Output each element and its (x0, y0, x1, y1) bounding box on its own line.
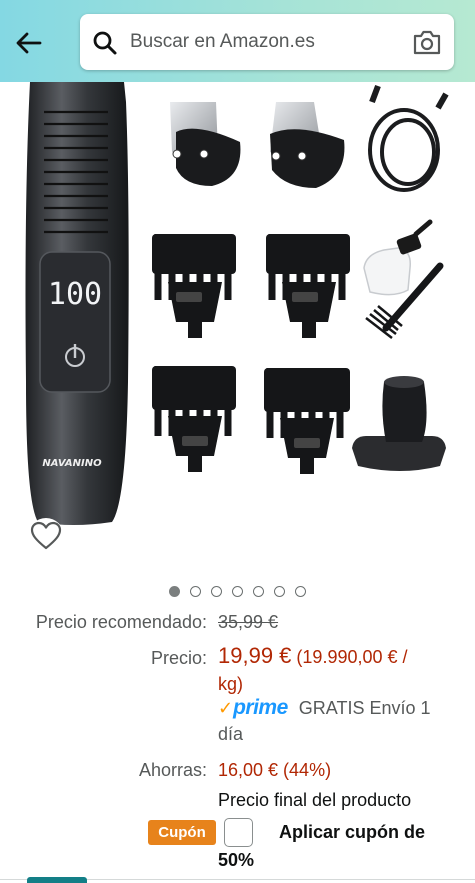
product-image[interactable]: 100 NAVANINO (0, 82, 475, 560)
carousel-dot[interactable] (274, 586, 285, 598)
savings-label: Ahorras: (138, 760, 207, 780)
final-price-note: Precio final del producto (218, 790, 412, 810)
brand-mark: NAVANINO (42, 458, 102, 469)
search-input[interactable]: Buscar en Amazon.es (80, 14, 454, 70)
coupon-badge: Cupón (148, 820, 216, 845)
prime-check-icon: ✓ (218, 698, 234, 718)
coupon-checkbox[interactable] (224, 818, 253, 847)
price: 19,99 € (218, 643, 292, 668)
apply-coupon-label-continued[interactable]: 50% (218, 848, 254, 872)
price-label: Precio: (150, 648, 207, 668)
unit-price-continued: kg) (218, 674, 244, 694)
search-icon[interactable] (92, 30, 118, 56)
apply-coupon-label[interactable]: Aplicar cupón de (279, 820, 425, 844)
price-value: 19,99 € (19.990,00 € / (218, 644, 408, 669)
guide-comb-12mm (264, 368, 350, 474)
shipping-text: GRATIS Envío 1 (298, 698, 431, 718)
wishlist-heart-icon[interactable] (28, 518, 64, 554)
prime-shipping: ✓prime GRATIS Envío 1 (218, 696, 431, 720)
carousel-dot[interactable] (295, 586, 306, 598)
savings-value: 16,00 € (44%) (218, 760, 332, 780)
guide-comb-6mm (266, 234, 350, 338)
blade-head-1 (170, 102, 241, 186)
guide-comb-3mm (152, 234, 236, 338)
camera-icon[interactable] (412, 29, 442, 56)
list-price: 35,99 € (218, 612, 279, 632)
bottom-tab-indicator (27, 877, 87, 883)
top-bar: Buscar en Amazon.es (0, 0, 475, 82)
carousel-dot[interactable] (190, 586, 201, 598)
carousel-dot[interactable] (211, 586, 222, 598)
carousel-dot[interactable] (169, 586, 180, 598)
image-carousel-dots[interactable] (0, 583, 475, 599)
carousel-dot[interactable] (253, 586, 264, 598)
guide-comb-9mm (152, 366, 236, 472)
back-arrow-icon[interactable] (12, 26, 46, 60)
display-readout: 100 (48, 277, 102, 312)
trimmer-body: 100 NAVANINO (25, 82, 129, 525)
list-price-label: Precio recomendado: (35, 612, 207, 632)
shipping-text-continued: día (218, 724, 244, 744)
carousel-dot[interactable] (232, 586, 243, 598)
prime-logo: prime (233, 696, 288, 719)
usb-cable (368, 84, 449, 192)
search-placeholder: Buscar en Amazon.es (130, 31, 315, 52)
unit-price: (19.990,00 € / (296, 647, 408, 667)
charging-dock (352, 376, 446, 471)
blade-head-2 (270, 102, 345, 188)
